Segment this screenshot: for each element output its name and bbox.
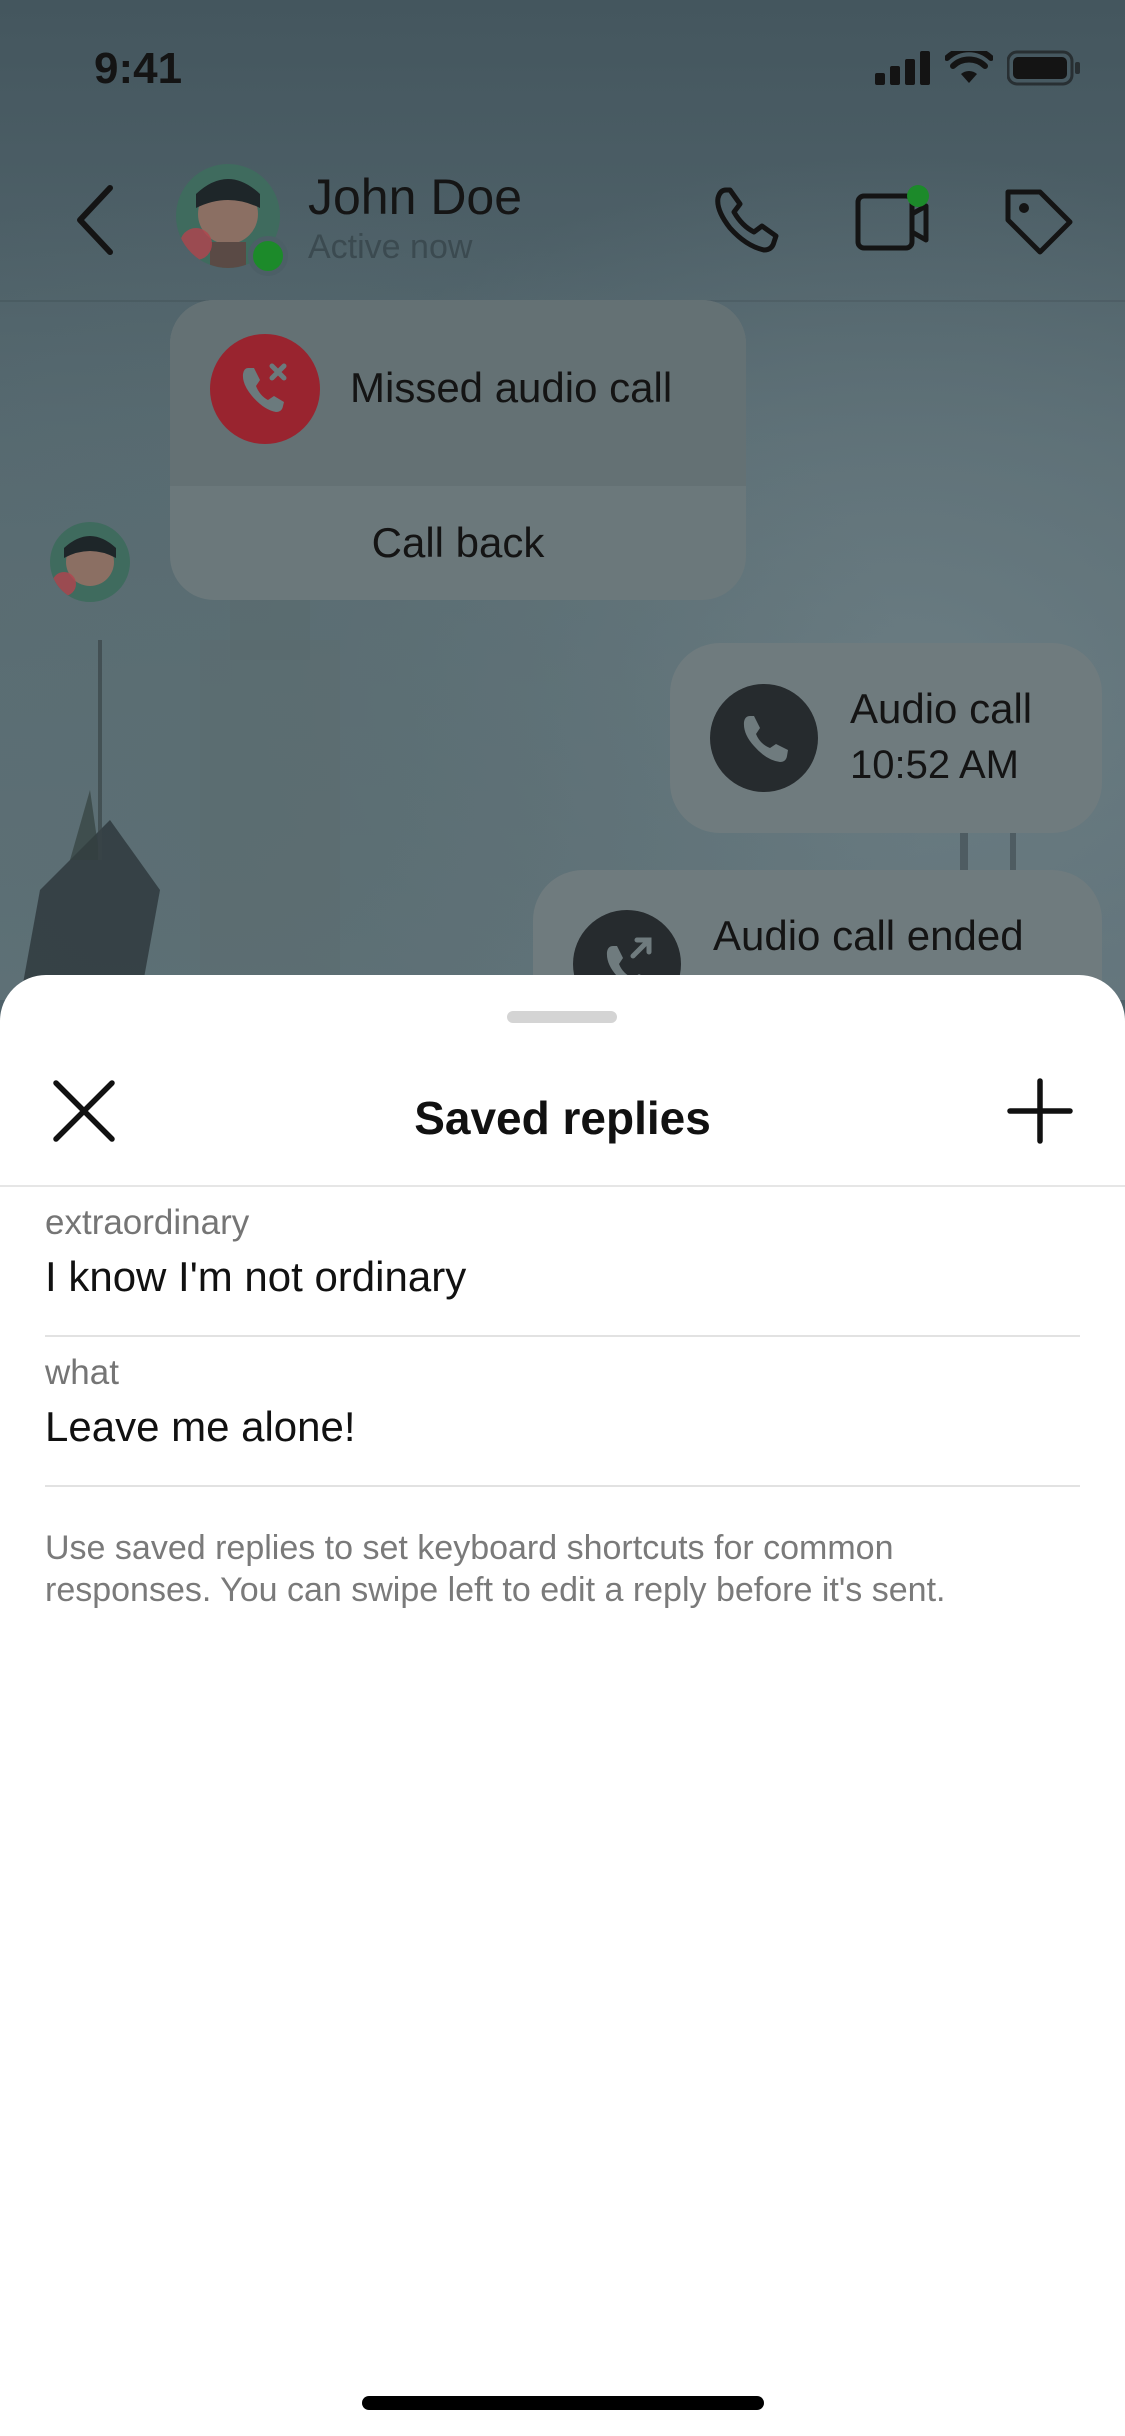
audio-call-ended-title: Audio call ended: [713, 912, 1024, 959]
phone-icon[interactable]: [706, 180, 786, 260]
audio-call-title: Audio call: [850, 685, 1033, 732]
audio-call-bubble[interactable]: Audio call 10:52 AM: [670, 643, 1102, 833]
online-status-dot: [248, 236, 288, 276]
wifi-icon: [945, 51, 993, 83]
missed-call-icon: [210, 334, 320, 444]
reply-shortcut: what: [45, 1353, 119, 1392]
saved-reply-item[interactable]: what Leave me alone!: [45, 1337, 1080, 1487]
call-back-button[interactable]: Call back: [170, 486, 746, 600]
status-time: 9:41: [94, 44, 183, 93]
plus-icon[interactable]: [1004, 1075, 1076, 1147]
saved-reply-item[interactable]: extraordinary I know I'm not ordinary: [45, 1187, 1080, 1337]
missed-call-title: Missed audio call: [350, 364, 673, 411]
sheet-title: Saved replies: [414, 1092, 711, 1144]
sheet-header: Saved replies: [0, 1035, 1125, 1187]
saved-replies-list: extraordinary I know I'm not ordinary wh…: [45, 1187, 1080, 1487]
contact-active-status: Active now: [308, 228, 473, 266]
saved-replies-hint: Use saved replies to set keyboard shortc…: [45, 1527, 1085, 1611]
contact-name[interactable]: John Doe: [308, 168, 522, 226]
audio-call-time: 10:52 AM: [850, 743, 1020, 787]
battery-icon: [1007, 50, 1080, 86]
missed-call-top: Missed audio call: [170, 300, 746, 486]
sheet-grabber-handle[interactable]: [507, 1011, 617, 1023]
chat-header: John Doe Active now: [0, 140, 1125, 302]
saved-replies-sheet: Saved replies extraordinary I know I'm n…: [0, 975, 1125, 2436]
cellular-signal-icon: [875, 51, 930, 85]
missed-call-card: Missed audio call Call back: [170, 300, 746, 600]
video-call-icon[interactable]: [852, 180, 932, 260]
phone-call-icon: [710, 684, 818, 792]
status-bar: 9:41: [0, 0, 1125, 140]
screen: 9:41 John Doe Active now Missed audio ca…: [0, 0, 1125, 2436]
hint-line-1: Use saved replies to set keyboard shortc…: [45, 1529, 894, 1567]
sender-avatar: [50, 522, 130, 602]
hint-line-2: responses. You can swipe left to edit a …: [45, 1571, 946, 1609]
status-icons: [875, 50, 1081, 86]
tag-icon[interactable]: [998, 180, 1078, 260]
reply-message: Leave me alone!: [45, 1403, 356, 1450]
reply-shortcut: extraordinary: [45, 1203, 250, 1242]
back-arrow-icon[interactable]: [66, 182, 126, 258]
home-indicator[interactable]: [362, 2396, 764, 2410]
reply-message: I know I'm not ordinary: [45, 1253, 467, 1300]
